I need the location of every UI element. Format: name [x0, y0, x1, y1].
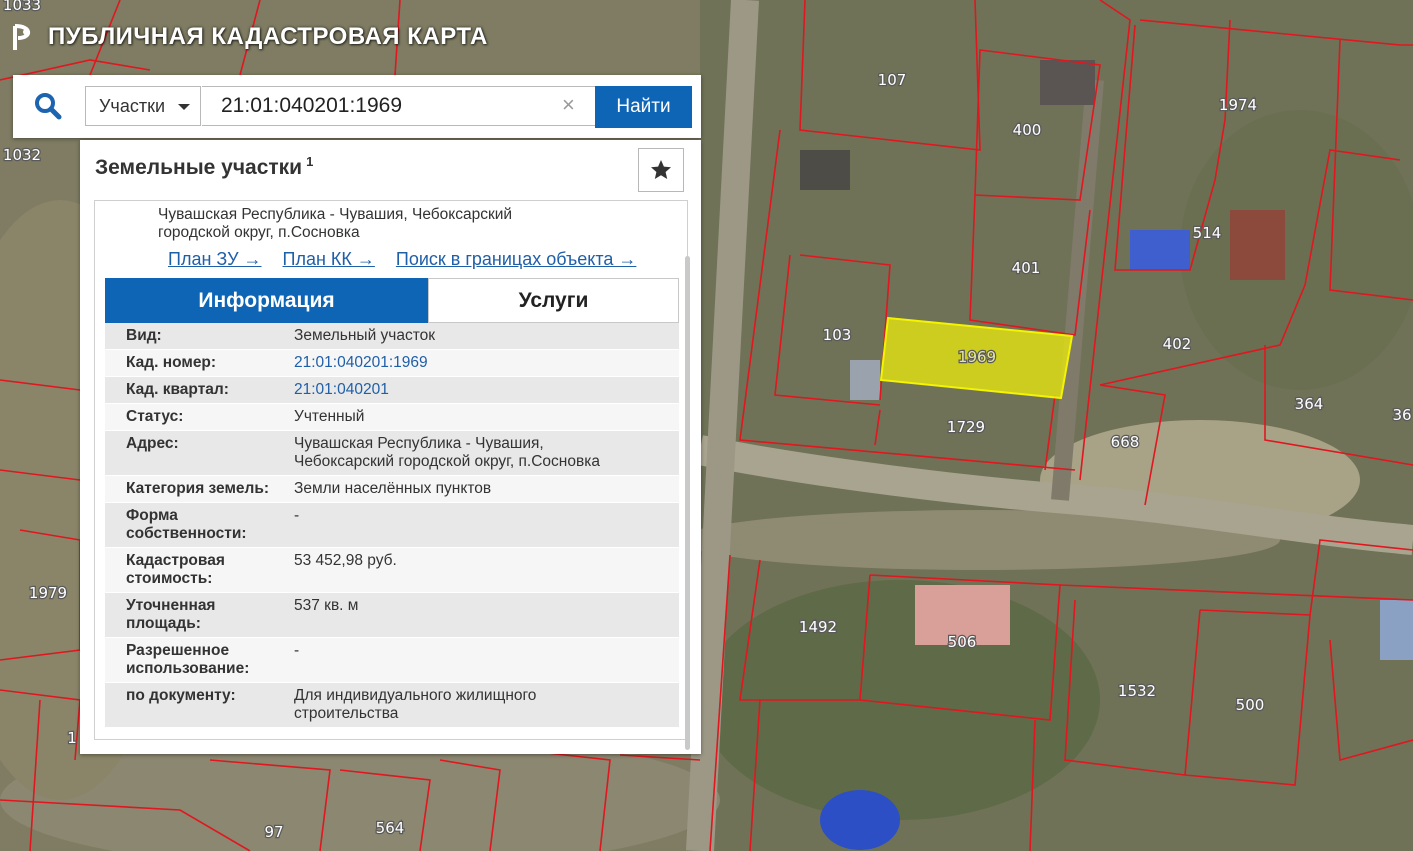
property-value: Земли населённых пунктов [294, 480, 492, 497]
property-key: Статус: [126, 408, 184, 425]
favorite-button[interactable] [638, 148, 684, 192]
table-row: Вид: Земельный участок [105, 323, 679, 350]
chevron-down-icon [178, 104, 190, 110]
property-value: Для индивидуального жилищного строительс… [294, 687, 679, 723]
parcel-number-label[interactable]: 364 [1293, 394, 1324, 415]
search-in-bounds-link[interactable]: Поиск в границах объекта → [396, 249, 636, 269]
property-key: Категория земель: [126, 480, 270, 497]
property-key: Кад. номер: [126, 354, 217, 371]
panel-scrollbar[interactable] [685, 256, 690, 750]
parcel-number-label[interactable]: 1 [66, 728, 78, 749]
property-value: Земельный участок [294, 327, 436, 344]
address-line: Чувашская Республика - Чувашия, Чебоксар… [158, 206, 513, 223]
parcel-number-label[interactable]: 107 [876, 70, 907, 91]
property-value: Учтенный [294, 408, 365, 425]
property-key: Вид: [126, 327, 162, 344]
search-bar: Участки × Найти [13, 75, 701, 138]
plan-kk-link[interactable]: План КК → [283, 249, 375, 269]
table-row: Категория земель: Земли населённых пункт… [105, 476, 679, 503]
table-row: Разрешенное использование: - [105, 638, 679, 683]
property-value: Чувашская Республика - Чувашия, Чебоксар… [294, 435, 679, 471]
panel-title: Земельные участки 1 [95, 154, 313, 180]
property-key: Адрес: [126, 435, 179, 452]
find-button[interactable]: Найти [595, 86, 692, 128]
property-key: Кадастровая стоимость: [105, 552, 294, 588]
key-line: Разрешенное [126, 642, 230, 659]
property-value: 53 452,98 руб. [294, 552, 397, 569]
parcel-number-label[interactable]: 36 [1391, 405, 1413, 426]
rosreestr-logo-icon [13, 24, 31, 50]
parcel-number-label[interactable]: 1492 [798, 617, 839, 638]
object-type-value: Участки [99, 95, 165, 116]
parcel-number-label[interactable]: 514 [1191, 223, 1222, 244]
parcel-number-label[interactable]: 97 [263, 822, 285, 843]
table-row: Адрес: Чувашская Республика - Чувашия, Ч… [105, 431, 679, 476]
object-type-select[interactable]: Участки [85, 86, 201, 126]
parcel-number-label[interactable]: 668 [1109, 432, 1140, 453]
key-line: Форма [126, 507, 178, 524]
parcel-number-label[interactable]: 103 [821, 325, 852, 346]
app-header: ПУБЛИЧНАЯ КАДАСТРОВАЯ КАРТА [12, 22, 488, 52]
key-line: стоимость: [126, 570, 213, 587]
cadastral-quarter-link[interactable]: 21:01:040201 [294, 381, 679, 399]
value-line: Чувашская Республика - Чувашия, [294, 435, 544, 452]
properties-table: Вид: Земельный участок Кад. номер: 21:01… [105, 323, 679, 728]
tab-info[interactable]: Информация [105, 278, 428, 323]
property-value: 537 кв. м [294, 597, 359, 614]
property-value: - [294, 507, 300, 524]
parcel-card: Чувашская Республика - Чувашия, Чебоксар… [94, 200, 688, 740]
tab-services[interactable]: Услуги [428, 278, 679, 323]
property-key: по документу: [126, 687, 236, 704]
value-line: Для индивидуального жилищного [294, 687, 537, 704]
address-line: городской округ, п.Сосновка [158, 224, 360, 241]
card-links: План ЗУ → План КК → Поиск в границах объ… [168, 249, 652, 270]
app-title: ПУБЛИЧНАЯ КАДАСТРОВАЯ КАРТА [48, 23, 488, 50]
parcel-number-label[interactable]: 1979 [28, 583, 69, 604]
key-line: Уточненная [126, 597, 216, 614]
parcel-number-label[interactable]: 400 [1011, 120, 1042, 141]
star-icon [651, 160, 671, 179]
parcel-number-label[interactable]: 402 [1161, 334, 1192, 355]
table-row: Статус: Учтенный [105, 404, 679, 431]
parcel-number-label[interactable]: 1729 [946, 417, 987, 438]
value-line: строительства [294, 705, 399, 722]
property-key: Форма собственности: [105, 507, 294, 543]
parcel-number-label[interactable]: 500 [1234, 695, 1265, 716]
property-key: Кад. квартал: [126, 381, 229, 398]
table-row: Кадастровая стоимость: 53 452,98 руб. [105, 548, 679, 593]
parcel-number-label[interactable]: 1974 [1218, 95, 1259, 116]
key-line: Кадастровая [126, 552, 225, 569]
parcel-number-label[interactable]: 1969 [957, 347, 998, 368]
table-row: Кад. номер: 21:01:040201:1969 [105, 350, 679, 377]
close-icon[interactable]: × [562, 94, 575, 116]
table-row: Форма собственности: - [105, 503, 679, 548]
parcel-number-label[interactable]: 1032 [2, 145, 43, 166]
table-row: Уточненная площадь: 537 кв. м [105, 593, 679, 638]
parcel-address: Чувашская Республика - Чувашия, Чебоксар… [158, 206, 578, 242]
table-row: по документу: Для индивидуального жилищн… [105, 683, 679, 728]
parcel-number-label[interactable]: 1033 [2, 0, 43, 15]
value-line: Чебоксарский городской округ, п.Сосновка [294, 453, 600, 470]
key-line: собственности: [126, 525, 247, 542]
card-tabs: Информация Услуги [105, 278, 679, 323]
panel-title-text: Земельные участки [95, 156, 303, 179]
plan-zu-link[interactable]: План ЗУ → [168, 249, 262, 269]
parcel-number-label[interactable]: 401 [1010, 258, 1041, 279]
property-value: - [294, 642, 300, 659]
property-key: Уточненная площадь: [105, 597, 294, 633]
result-panel: Земельные участки 1 Чувашская Республика … [80, 140, 701, 754]
cadastral-number-link[interactable]: 21:01:040201:1969 [294, 354, 679, 372]
parcel-number-label[interactable]: 506 [946, 632, 977, 653]
key-line: использование: [126, 660, 250, 677]
result-count: 1 [306, 154, 314, 169]
key-line: площадь: [126, 615, 201, 632]
parcel-number-label[interactable]: 1532 [1117, 681, 1158, 702]
search-input[interactable] [202, 86, 596, 126]
parcel-number-label[interactable]: 564 [374, 818, 405, 839]
search-icon[interactable] [33, 91, 63, 121]
property-key: Разрешенное использование: [105, 642, 294, 678]
table-row: Кад. квартал: 21:01:040201 [105, 377, 679, 404]
